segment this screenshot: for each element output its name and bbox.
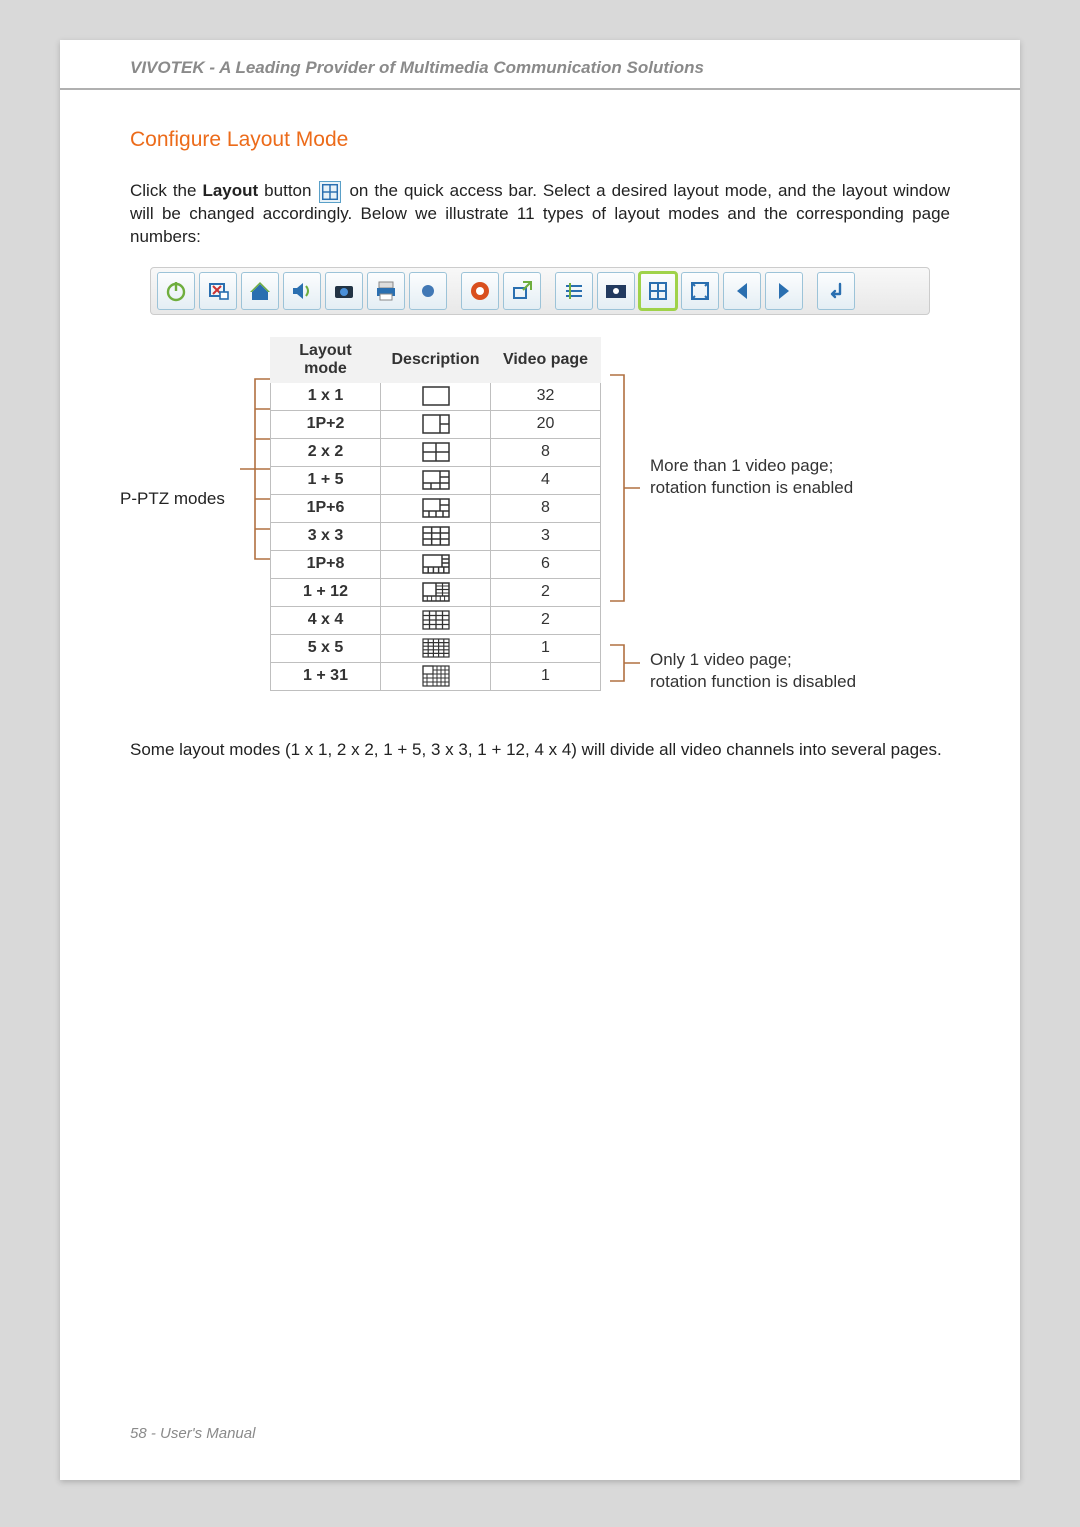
table-row: 1 + 12 2 <box>271 578 601 606</box>
footer-page-no: 58 <box>130 1425 147 1442</box>
cell-page: 2 <box>491 578 601 606</box>
layout-1p31-icon <box>381 662 491 690</box>
record-icon[interactable] <box>409 272 447 310</box>
footer-sep: - <box>147 1425 160 1442</box>
layout-1x1-icon <box>381 382 491 410</box>
cell-page: 4 <box>491 466 601 494</box>
closing-paragraph: Some layout modes (1 x 1, 2 x 2, 1 + 5, … <box>130 739 950 762</box>
note-one-line2: rotation function is disabled <box>650 672 856 691</box>
intro-post: button <box>258 181 317 200</box>
layout-1p5-icon <box>381 466 491 494</box>
fullscreen-icon[interactable] <box>681 272 719 310</box>
footer-manual: User's Manual <box>160 1425 255 1442</box>
page-footer: 58 - User's Manual <box>130 1425 255 1442</box>
th-mode: Layout mode <box>271 337 381 382</box>
left-bracket-icon <box>240 369 270 569</box>
table-row: 1 + 5 4 <box>271 466 601 494</box>
intro-paragraph: Click the Layout button on the quick acc… <box>130 180 950 249</box>
print-icon[interactable] <box>367 272 405 310</box>
note-more-line2: rotation function is enabled <box>650 478 853 497</box>
table-row: 1 x 1 32 <box>271 382 601 410</box>
power-icon[interactable] <box>157 272 195 310</box>
cell-page: 1 <box>491 634 601 662</box>
cell-mode: 3 x 3 <box>271 522 381 550</box>
list-icon[interactable] <box>555 272 593 310</box>
cell-mode: 1P+2 <box>271 410 381 438</box>
note-one-line1: Only 1 video page; <box>650 650 792 669</box>
right-bracket-bottom-icon <box>610 639 640 687</box>
cell-mode: 5 x 5 <box>271 634 381 662</box>
layout-icon[interactable] <box>639 272 677 310</box>
table-row: 1P+8 6 <box>271 550 601 578</box>
page-content: Configure Layout Mode Click the Layout b… <box>60 90 1020 762</box>
table-row: 1 + 31 1 <box>271 662 601 690</box>
remove-icon[interactable] <box>199 272 237 310</box>
layout-1p12-icon <box>381 578 491 606</box>
cell-mode: 1 + 12 <box>271 578 381 606</box>
note-more-pages: More than 1 video page; rotation functio… <box>650 455 853 499</box>
cell-mode: 1 x 1 <box>271 382 381 410</box>
section-heading: Configure Layout Mode <box>130 128 950 152</box>
forward-icon[interactable] <box>765 272 803 310</box>
table-row: 4 x 4 2 <box>271 606 601 634</box>
table-row: 2 x 2 8 <box>271 438 601 466</box>
volume-icon[interactable] <box>283 272 321 310</box>
cell-page: 1 <box>491 662 601 690</box>
cell-page: 2 <box>491 606 601 634</box>
cell-page: 6 <box>491 550 601 578</box>
snapshot-icon[interactable] <box>597 272 635 310</box>
export-icon[interactable] <box>503 272 541 310</box>
layout-table: Layout mode Description Video page 1 x 1… <box>270 337 601 691</box>
cell-page: 8 <box>491 438 601 466</box>
quick-access-bar <box>150 267 930 315</box>
layout-inline-icon <box>319 181 341 203</box>
back-icon[interactable] <box>723 272 761 310</box>
cell-page: 3 <box>491 522 601 550</box>
cell-page: 32 <box>491 382 601 410</box>
note-more-line1: More than 1 video page; <box>650 456 833 475</box>
cell-mode: 1 + 31 <box>271 662 381 690</box>
cell-mode: 2 x 2 <box>271 438 381 466</box>
document-page: VIVOTEK - A Leading Provider of Multimed… <box>60 40 1020 1480</box>
layout-1p2-icon <box>381 410 491 438</box>
th-desc: Description <box>381 337 491 382</box>
header-title: VIVOTEK - A Leading Provider of Multimed… <box>130 58 704 77</box>
table-row: 5 x 5 1 <box>271 634 601 662</box>
intro-pre: Click the <box>130 181 202 200</box>
return-icon[interactable] <box>817 272 855 310</box>
camera-icon[interactable] <box>325 272 363 310</box>
layout-5x5-icon <box>381 634 491 662</box>
right-bracket-top-icon <box>610 369 640 607</box>
table-row: 1P+2 20 <box>271 410 601 438</box>
table-row: 3 x 3 3 <box>271 522 601 550</box>
table-row: 1P+6 8 <box>271 494 601 522</box>
layout-1p8-icon <box>381 550 491 578</box>
th-page: Video page <box>491 337 601 382</box>
note-one-page: Only 1 video page; rotation function is … <box>650 649 856 693</box>
cell-mode: 1P+6 <box>271 494 381 522</box>
layout-4x4-icon <box>381 606 491 634</box>
home-icon[interactable] <box>241 272 279 310</box>
cell-mode: 1 + 5 <box>271 466 381 494</box>
layout-1p6-icon <box>381 494 491 522</box>
pptz-label: P-PTZ modes <box>120 489 225 509</box>
intro-bold: Layout <box>202 181 258 200</box>
layout-3x3-icon <box>381 522 491 550</box>
cell-page: 20 <box>491 410 601 438</box>
cell-mode: 1P+8 <box>271 550 381 578</box>
layout-2x2-icon <box>381 438 491 466</box>
cell-page: 8 <box>491 494 601 522</box>
cell-mode: 4 x 4 <box>271 606 381 634</box>
page-header: VIVOTEK - A Leading Provider of Multimed… <box>60 40 1020 90</box>
browser-icon[interactable] <box>461 272 499 310</box>
layout-table-area: P-PTZ modes More than 1 video page; rota… <box>130 337 950 691</box>
table-header-row: Layout mode Description Video page <box>271 337 601 382</box>
